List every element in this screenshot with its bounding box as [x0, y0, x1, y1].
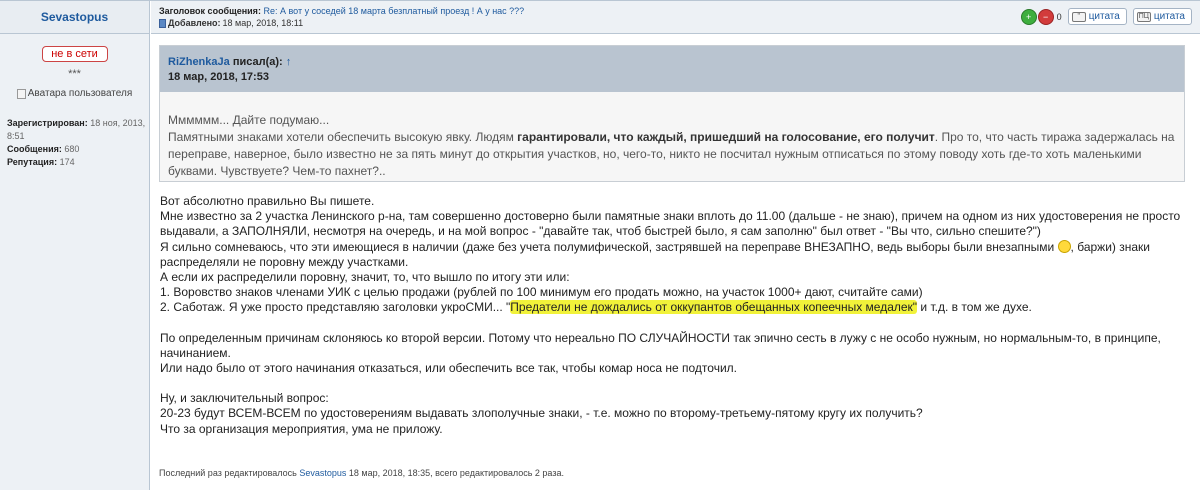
online-status-badge: не в сети [41, 46, 108, 62]
user-rank: *** [68, 68, 81, 80]
editor-user-link[interactable]: Sevastopus [299, 468, 346, 478]
message-line: 1. Воровство знаков членами УИК с целью … [160, 285, 923, 300]
message-line: Ну, и заключительный вопрос: [160, 391, 329, 406]
quote-block: RiZhenkaJa писал(а): ↑ 18 мар, 2018, 17:… [159, 45, 1185, 182]
messages-count: 680 [64, 144, 80, 154]
avatar: Аватара пользователя [0, 88, 149, 99]
author-panel: Sevastopus не в сети *** Аватара пользов… [0, 1, 150, 490]
quote-author-link[interactable]: RiZhenkaJa [168, 56, 230, 68]
thumbs-down-icon[interactable]: − [1037, 8, 1054, 25]
go-to-post-arrow-icon[interactable]: ↑ [286, 56, 292, 68]
thumbs-up-icon[interactable]: + [1020, 8, 1037, 25]
registered-label: Зарегистрирован: [7, 118, 88, 128]
subject-label: Заголовок сообщения: [159, 6, 261, 16]
post-date-line: Добавлено: 18 мар, 2018, 18:11 [159, 18, 303, 28]
added-value: 18 мар, 2018, 18:11 [222, 18, 304, 28]
message-line: Что за организация мероприятия, ума не п… [160, 421, 443, 436]
message-line: По определенным причинам склоняюсь ко вт… [160, 330, 1161, 360]
message-line: А если их распределили поровну, значит, … [160, 270, 570, 285]
quote-line: Памятными знаками хотели обеспечить высо… [168, 130, 1175, 178]
quote-button-label: цитата [1088, 11, 1120, 22]
reputation-value: 174 [59, 157, 75, 167]
quote-body: Мммммм... Дайте подумаю... Памятными зна… [160, 92, 1184, 181]
message-line: Вот абсолютно правильно Вы пишете. [160, 194, 375, 208]
quote-header: RiZhenkaJa писал(а): ↑ 18 мар, 2018, 17:… [160, 46, 1184, 92]
forum-post: Sevastopus не в сети *** Аватара пользов… [0, 0, 1200, 490]
message-line: Я сильно сомневаюсь, что эти имеющиеся в… [160, 239, 1150, 269]
post-header: Заголовок сообщения: Re: А вот у соседей… [151, 1, 1200, 34]
highlighted-text: Предатели не дождались от оккупантов обе… [510, 300, 918, 315]
quick-quote-button-label: цитата [1153, 11, 1185, 22]
quote-icon: " [1071, 11, 1086, 22]
post-subject-line: Заголовок сообщения: Re: А вот у соседей… [159, 6, 524, 16]
quick-quote-button[interactable]: ПЦ цитата [1132, 8, 1192, 25]
vote-controls: + − 0 [1020, 8, 1062, 25]
post-actions: + − 0 " цитата ПЦ цитата [1020, 8, 1192, 25]
quote-date: 18 мар, 2018, 17:53 [168, 71, 269, 83]
message-line: 2. Саботаж. Я уже просто представляю заг… [160, 300, 1032, 315]
message-line: Или надо было от этого начинания отказат… [160, 361, 737, 376]
smiley-icon [1057, 239, 1071, 253]
added-label: Добавлено: [168, 18, 221, 28]
reputation-label: Репутация: [7, 157, 58, 167]
quick-quote-icon: ПЦ [1136, 11, 1151, 22]
post-link-icon[interactable] [159, 18, 166, 28]
avatar-alt-text: Аватара пользователя [27, 88, 133, 99]
quote-button[interactable]: " цитата [1067, 8, 1127, 25]
message-line: 20-23 будут ВСЕМ-ВСЕМ по удостоверениям … [160, 406, 923, 421]
message-body: Вот абсолютно правильно Вы пишете. Мне и… [159, 194, 1189, 437]
message-line: Мне известно за 2 участка Ленинского р-н… [160, 209, 1181, 239]
vote-count: 0 [1056, 11, 1062, 22]
edit-notice: Последний раз редактировалось Sevastopus… [159, 468, 564, 478]
messages-label: Сообщения: [7, 144, 62, 154]
author-name-bar: Sevastopus [0, 1, 149, 34]
quote-bold-text: гарантировали, что каждый, пришедший на … [517, 130, 935, 144]
broken-image-icon [16, 88, 26, 99]
quote-wrote-label: писал(а): [232, 56, 283, 68]
quote-line: Мммммм... Дайте подумаю... [168, 113, 330, 127]
author-stats: Зарегистрирован: 18 ноя, 2013, 8:51 Сооб… [0, 117, 149, 169]
post-content: RiZhenkaJa писал(а): ↑ 18 мар, 2018, 17:… [159, 45, 1189, 437]
post-subject-link[interactable]: Re: А вот у соседей 18 марта безплатный … [263, 6, 524, 16]
author-name-link[interactable]: Sevastopus [41, 10, 108, 24]
